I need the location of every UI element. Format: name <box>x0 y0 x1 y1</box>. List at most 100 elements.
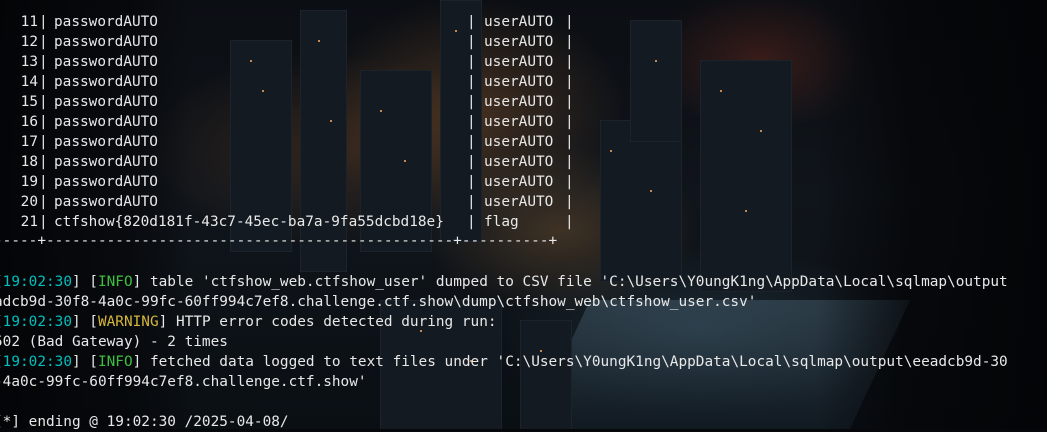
bracket-close: ] [ <box>71 314 98 330</box>
table-row: 17 | passwordAUTO | userAUTO | <box>0 132 1047 152</box>
log-timestamp: 19:02:30 <box>2 274 72 290</box>
table-row: 20 | passwordAUTO | userAUTO | <box>0 192 1047 212</box>
column-separator: | <box>467 54 476 70</box>
table-cell-id: 19 <box>20 174 38 190</box>
ending-line: [*] ending @ 19:02:30 /2025-04-08/ <box>0 414 289 430</box>
table-row: 14 | passwordAUTO | userAUTO | <box>0 72 1047 92</box>
column-separator: | <box>565 94 574 110</box>
log-level-tag: INFO <box>97 354 133 370</box>
log-line-warning: [19:02:30] [WARNING] HTTP error codes de… <box>0 312 497 332</box>
bracket-close: ] [ <box>71 354 98 370</box>
bracket-close: ] [ <box>71 274 98 290</box>
table-cell-id: 21 <box>20 214 38 230</box>
table-row: 16 | passwordAUTO | userAUTO | <box>0 112 1047 132</box>
table-cell-password: passwordAUTO <box>54 134 158 150</box>
column-separator: | <box>565 194 574 210</box>
table-cell-id: 18 <box>20 154 38 170</box>
table-cell-username: userAUTO <box>484 34 554 50</box>
table-cell-username: flag <box>484 214 519 230</box>
column-separator: | <box>467 74 476 90</box>
column-separator: | <box>467 214 476 230</box>
column-separator: | <box>39 14 48 30</box>
column-separator: | <box>39 114 48 130</box>
table-cell-username: userAUTO <box>484 194 554 210</box>
table-cell-username: userAUTO <box>484 14 554 30</box>
log-timestamp: 19:02:30 <box>2 314 72 330</box>
column-separator: | <box>467 174 476 190</box>
table-cell-username: userAUTO <box>484 174 554 190</box>
log-timestamp: 19:02:30 <box>2 354 72 370</box>
table-cell-id: 11 <box>20 14 38 30</box>
bracket-close: ] <box>132 274 142 290</box>
column-separator: | <box>39 94 48 110</box>
log-message: HTTP error codes detected during run: <box>167 314 497 330</box>
table-row: 12 | passwordAUTO | userAUTO | <box>0 32 1047 52</box>
log-line-continuation: -4a0c-99fc-60ff994c7ef8.challenge.ctf.sh… <box>0 374 367 390</box>
column-separator: | <box>565 54 574 70</box>
column-separator: | <box>565 74 574 90</box>
column-separator: | <box>565 14 574 30</box>
column-separator: | <box>565 134 574 150</box>
column-separator: | <box>565 174 574 190</box>
table-cell-password: ctfshow{820d181f-43c7-45ec-ba7a-9fa55dcb… <box>54 214 444 230</box>
column-separator: | <box>467 14 476 30</box>
table-cell-username: userAUTO <box>484 74 554 90</box>
bracket-close: ] <box>158 314 168 330</box>
column-separator: | <box>39 74 48 90</box>
table-cell-id: 16 <box>20 114 38 130</box>
log-level-tag: WARNING <box>97 314 159 330</box>
table-row: 15 | passwordAUTO | userAUTO | <box>0 92 1047 112</box>
column-separator: | <box>467 34 476 50</box>
column-separator: | <box>467 134 476 150</box>
table-cell-id: 20 <box>20 194 38 210</box>
column-separator: | <box>467 114 476 130</box>
table-cell-password: passwordAUTO <box>54 194 158 210</box>
column-separator: | <box>39 194 48 210</box>
table-cell-id: 14 <box>20 74 38 90</box>
table-row: 11 | passwordAUTO | userAUTO | <box>0 12 1047 32</box>
column-separator: | <box>39 54 48 70</box>
column-separator: | <box>39 154 48 170</box>
log-level-tag: INFO <box>97 274 133 290</box>
table-row: 13 | passwordAUTO | userAUTO | <box>0 52 1047 72</box>
table-cell-password: passwordAUTO <box>54 154 158 170</box>
table-cell-password: passwordAUTO <box>54 94 158 110</box>
bracket-close: ] <box>132 354 142 370</box>
column-separator: | <box>39 34 48 50</box>
table-cell-id: 13 <box>20 54 38 70</box>
table-row: 19 | passwordAUTO | userAUTO | <box>0 172 1047 192</box>
table-cell-id: 12 <box>20 34 38 50</box>
column-separator: | <box>565 34 574 50</box>
column-separator: | <box>565 214 574 230</box>
table-cell-password: passwordAUTO <box>54 74 158 90</box>
table-cell-id: 17 <box>20 134 38 150</box>
terminal-output: 11 | passwordAUTO | userAUTO | 12 | passwordAUTO… <box>0 0 1047 430</box>
log-message: fetched data logged to text files under … <box>141 354 1008 370</box>
column-separator: | <box>467 154 476 170</box>
table-cell-username: userAUTO <box>484 94 554 110</box>
table-cell-username: userAUTO <box>484 134 554 150</box>
table-cell-username: userAUTO <box>484 54 554 70</box>
table-cell-password: passwordAUTO <box>54 174 158 190</box>
column-separator: | <box>467 94 476 110</box>
column-separator: | <box>39 174 48 190</box>
table-cell-password: passwordAUTO <box>54 114 158 130</box>
table-bottom-border: -----+----------------------------------… <box>0 233 558 249</box>
table-cell-id: 15 <box>20 94 38 110</box>
column-separator: | <box>39 214 48 230</box>
column-separator: | <box>39 134 48 150</box>
table-cell-password: passwordAUTO <box>54 14 158 30</box>
log-line-info-text-files: [19:02:30] [INFO] fetched data logged to… <box>0 352 1008 372</box>
table-cell-password: passwordAUTO <box>54 54 158 70</box>
log-line-info-csv: [19:02:30] [INFO] table 'ctfshow_web.ctf… <box>0 272 1008 292</box>
column-separator: | <box>565 154 574 170</box>
log-message: table 'ctfshow_web.ctfshow_user' dumped … <box>141 274 1008 290</box>
log-line-continuation: 502 (Bad Gateway) - 2 times <box>0 334 228 350</box>
table-cell-username: userAUTO <box>484 114 554 130</box>
column-separator: | <box>467 194 476 210</box>
table-row: 21 | ctfshow{820d181f-43c7-45ec-ba7a-9fa55… <box>0 212 1047 232</box>
table-row: 18 | passwordAUTO | userAUTO | <box>0 152 1047 172</box>
table-cell-username: userAUTO <box>484 154 554 170</box>
log-line-continuation: adcb9d-30f8-4a0c-99fc-60ff994c7ef8.chall… <box>0 294 757 310</box>
column-separator: | <box>565 114 574 130</box>
